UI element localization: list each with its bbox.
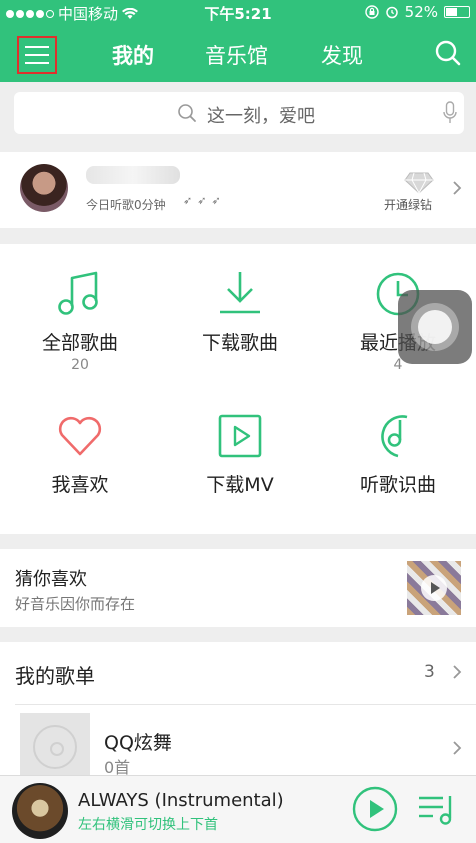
search-icon[interactable] (434, 39, 462, 67)
disc-icon (33, 725, 77, 769)
shortcut-count: 20 (71, 357, 89, 373)
mv-play-icon (218, 414, 262, 458)
guess-you-like[interactable]: 猜你喜欢 好音乐因你而存在 (0, 549, 476, 627)
shortcut-grid: 全部歌曲 20 下载歌曲 最近播放 4 我喜欢 下载MV 听歌识曲 (0, 244, 476, 534)
playlists-title[interactable]: 我的歌单 (15, 660, 95, 689)
microphone-icon[interactable] (442, 101, 458, 125)
heart-icon (58, 416, 102, 456)
play-icon (421, 575, 447, 601)
listen-time: 今日听歌0分钟 (86, 198, 166, 212)
rotation-lock-icon (364, 5, 379, 19)
alarm-icon (385, 6, 398, 19)
hamburger-icon (25, 46, 49, 48)
playlist-cover[interactable] (20, 713, 90, 775)
diamond-icon[interactable] (404, 172, 434, 194)
mini-player[interactable]: ALWAYS (Instrumental) 左右横滑可切换上下首 (0, 775, 476, 843)
search-area: 这一刻，爱吧 (0, 82, 476, 146)
shortcut-label: 听歌识曲 (359, 474, 436, 496)
my-playlists: 我的歌单 3 QQ炫舞 0首 (0, 642, 476, 777)
menu-button[interactable] (17, 36, 57, 74)
playlists-count: 3 (424, 662, 435, 682)
play-button[interactable] (352, 786, 398, 832)
search-input[interactable]: 这一刻，爱吧 (14, 92, 464, 134)
tab-mine[interactable]: 我的 (112, 40, 154, 70)
rocket-icon: ➶ (211, 194, 221, 207)
divider (15, 704, 476, 705)
guess-subtitle: 好音乐因你而存在 (15, 595, 136, 613)
guess-title: 猜你喜欢 (15, 569, 87, 590)
search-icon (178, 104, 196, 122)
vip-label[interactable]: 开通绿钻 (384, 196, 432, 213)
shortcut-label: 我喜欢 (51, 474, 109, 496)
status-bar: 中国移动 下午5:21 52% (0, 0, 476, 26)
playlist-name[interactable]: QQ炫舞 (104, 728, 172, 755)
chevron-right-icon (453, 181, 462, 195)
shortcut-label: 下载歌曲 (201, 332, 278, 354)
user-profile-row[interactable]: 今日听歌0分钟 ➶ ➶ ➶ 开通绿钻 (0, 152, 476, 228)
search-placeholder: 这一刻，爱吧 (207, 106, 315, 127)
rocket-icon: ➶ (183, 194, 193, 207)
battery-icon (444, 6, 470, 18)
shortcut-downloads[interactable]: 下载歌曲 (160, 268, 320, 355)
assistive-touch-button[interactable] (398, 290, 472, 364)
album-art[interactable] (12, 783, 68, 839)
tab-discover[interactable]: 发现 (321, 40, 363, 70)
shortcut-recognize[interactable]: 听歌识曲 (318, 410, 476, 497)
shortcut-favorites[interactable]: 我喜欢 (0, 410, 160, 497)
shortcut-download-mv[interactable]: 下载MV (160, 410, 320, 497)
shortcut-label: 下载MV (206, 474, 274, 496)
shortcut-all-songs[interactable]: 全部歌曲 20 (0, 268, 160, 373)
guess-thumbnail[interactable] (407, 561, 461, 615)
battery-percent: 52% (404, 3, 438, 21)
avatar[interactable] (20, 164, 68, 212)
level-badges: ➶ ➶ ➶ (183, 194, 221, 207)
shortcut-label: 全部歌曲 (41, 332, 118, 354)
status-right: 52% (364, 3, 470, 21)
username-blurred (86, 166, 180, 184)
tab-music-hall[interactable]: 音乐馆 (205, 40, 268, 70)
download-icon (220, 272, 260, 314)
top-nav: 我的 音乐馆 发现 (0, 26, 476, 82)
recognize-icon (381, 415, 408, 458)
swipe-hint: 左右横滑可切换上下首 (78, 817, 218, 833)
music-note-icon (58, 271, 98, 315)
playlist-queue-icon[interactable] (417, 792, 457, 826)
chevron-right-icon[interactable] (452, 740, 462, 756)
now-playing-title: ALWAYS (Instrumental) (78, 790, 284, 811)
rocket-icon: ➶ (197, 194, 207, 207)
chevron-right-icon[interactable] (452, 664, 462, 680)
